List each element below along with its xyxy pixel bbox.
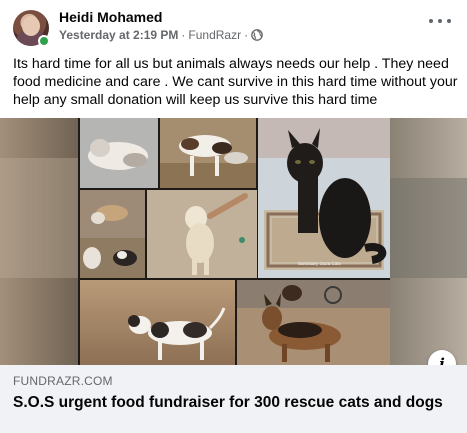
meta-separator: · — [181, 28, 186, 42]
photo-dog-walking — [80, 280, 235, 365]
meta-separator-2: · — [244, 28, 249, 42]
collage-watermark: Sanctuary Gaza Cats — [298, 261, 342, 266]
post-timestamp[interactable]: Yesterday at 2:19 PM — [59, 28, 178, 42]
more-horizontal-icon — [447, 19, 451, 23]
post-meta: Yesterday at 2:19 PM · FundRazr · — [59, 28, 263, 42]
post-image[interactable]: Sanctuary Gaza Cats — [0, 118, 467, 365]
photo-cat-lying — [80, 118, 158, 188]
photo-german-shepherds — [237, 280, 390, 365]
post-header: Heidi Mohamed Yesterday at 2:19 PM · Fun… — [0, 0, 467, 52]
photo-dogs-cats-yard — [80, 190, 145, 278]
post-text: Its hard time for all us but animals alw… — [13, 56, 458, 108]
online-status-indicator — [38, 35, 50, 47]
link-domain: FUNDRAZR.COM — [13, 374, 113, 388]
author-name[interactable]: Heidi Mohamed — [59, 9, 162, 25]
link-title[interactable]: S.O.S urgent food fundraiser for 300 res… — [13, 393, 453, 412]
post-via-app[interactable]: FundRazr — [188, 28, 241, 42]
photo-dog-bowl — [160, 118, 256, 188]
more-horizontal-icon — [438, 19, 442, 23]
more-options-button[interactable] — [429, 13, 451, 29]
photo-labrador — [147, 190, 257, 278]
photo-black-cat: Sanctuary Gaza Cats — [258, 118, 390, 278]
avatar-face — [22, 16, 40, 36]
globe-icon[interactable] — [251, 29, 263, 41]
link-preview[interactable]: FUNDRAZR.COM S.O.S urgent food fundraise… — [0, 365, 467, 433]
more-horizontal-icon — [429, 19, 433, 23]
